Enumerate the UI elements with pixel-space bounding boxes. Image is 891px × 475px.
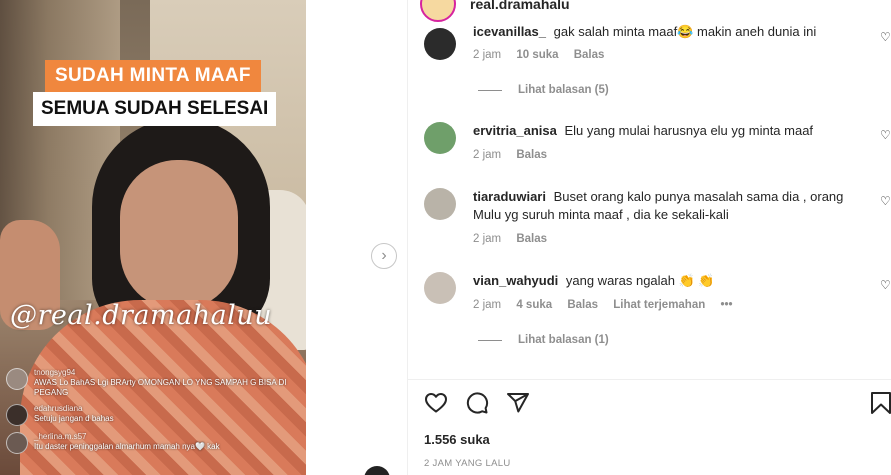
comment-username[interactable]: icevanillas_ — [473, 24, 546, 39]
translate-button[interactable]: Lihat terjemahan — [613, 299, 705, 311]
replies-line — [478, 89, 502, 91]
watermark: @real.dramahaluu — [10, 300, 273, 331]
live-comment-user: _herlina.m.s57 — [34, 432, 87, 441]
view-replies[interactable]: Lihat balasan (5) — [478, 84, 609, 96]
comment-text: Elu yang mulai harusnya elu yg minta maa… — [564, 123, 814, 138]
avatar[interactable] — [424, 272, 456, 304]
caption-top: SUDAH MINTA MAAF — [45, 60, 261, 92]
view-replies[interactable]: Lihat balasan (1) — [478, 334, 609, 346]
heart-icon[interactable]: ♡ — [880, 278, 891, 292]
replies-line — [478, 339, 502, 341]
share-icon[interactable] — [506, 391, 530, 415]
live-comment-user: edahrusdiana — [34, 404, 83, 413]
next-media-button[interactable]: › — [371, 243, 397, 269]
comment-username[interactable]: tiaraduwiari — [473, 189, 546, 204]
more-options-icon[interactable]: ••• — [720, 299, 732, 311]
post-media[interactable]: SUDAH MINTA MAAF SEMUA SUDAH SELESAI @re… — [0, 0, 306, 475]
live-comments: tnongsyg94 AWAS Lo BahAS Lgi BRArty OMON… — [6, 368, 306, 460]
likes-count[interactable]: 1.556 suka — [424, 432, 490, 447]
comment-meta: 2 jam Balas — [473, 233, 559, 245]
post-time[interactable]: 2 JAM YANG LALU — [424, 458, 511, 469]
panel-divider — [407, 0, 408, 475]
comment-text: gak salah minta maaf😂 makin aneh dunia i… — [553, 24, 817, 39]
comment-meta: 2 jam 10 suka Balas — [473, 49, 616, 61]
comment-time[interactable]: 2 jam — [473, 299, 501, 311]
view-replies-label: Lihat balasan (5) — [518, 84, 609, 96]
reply-button[interactable]: Balas — [567, 299, 598, 311]
comment-time[interactable]: 2 jam — [473, 233, 501, 245]
person-face — [120, 160, 238, 310]
post-username[interactable]: real.dramahalu — [470, 0, 570, 12]
avatar[interactable] — [420, 0, 456, 22]
caption-bottom: SEMUA SUDAH SELESAI — [33, 92, 277, 126]
comment-time[interactable]: 2 jam — [473, 49, 501, 61]
live-comment: _herlina.m.s57 Itu daster peninggalan al… — [6, 432, 306, 454]
heart-icon[interactable]: ♡ — [880, 128, 891, 142]
like-heart-icon[interactable] — [424, 391, 448, 415]
avatar[interactable] — [424, 28, 456, 60]
actions-divider — [408, 379, 891, 380]
reply-button[interactable]: Balas — [516, 233, 547, 245]
comment-meta: 2 jam 4 suka Balas Lihat terjemahan ••• — [473, 299, 745, 311]
comment-username[interactable]: vian_wahyudi — [473, 273, 558, 288]
live-comment-text: Setuju jangan d bahas — [34, 414, 114, 423]
avatar — [6, 432, 28, 454]
comment-likes[interactable]: 10 suka — [516, 49, 558, 61]
live-comment: tnongsyg94 AWAS Lo BahAS Lgi BRArty OMON… — [6, 368, 306, 398]
post-header: real.dramahalu — [420, 0, 570, 22]
live-comment-text: Itu daster peninggalan almarhum mamah ny… — [34, 442, 220, 451]
avatar[interactable] — [424, 122, 456, 154]
comment-icon[interactable] — [465, 391, 489, 415]
live-comment-user: tnongsyg94 — [34, 368, 76, 377]
live-comment: edahrusdiana Setuju jangan d bahas — [6, 404, 306, 426]
post-actions — [424, 391, 547, 415]
avatar — [6, 368, 28, 390]
comment-username[interactable]: ervitria_anisa — [473, 123, 557, 138]
comment-text: yang waras ngalah 👏 👏 — [565, 273, 715, 288]
avatar — [6, 404, 28, 426]
bookmark-icon[interactable] — [870, 391, 891, 415]
reply-button[interactable]: Balas — [516, 149, 547, 161]
comment-time[interactable]: 2 jam — [473, 149, 501, 161]
comment-meta: 2 jam Balas — [473, 149, 559, 161]
avatar[interactable] — [424, 188, 456, 220]
floating-button[interactable] — [364, 466, 390, 475]
view-replies-label: Lihat balasan (1) — [518, 334, 609, 346]
reply-button[interactable]: Balas — [574, 49, 605, 61]
comment-likes[interactable]: 4 suka — [516, 299, 552, 311]
heart-icon[interactable]: ♡ — [880, 194, 891, 208]
heart-icon[interactable]: ♡ — [880, 30, 891, 44]
live-comment-text: AWAS Lo BahAS Lgi BRArty OMONGAN LO YNG … — [34, 378, 287, 397]
chevron-right-icon: › — [381, 247, 387, 264]
